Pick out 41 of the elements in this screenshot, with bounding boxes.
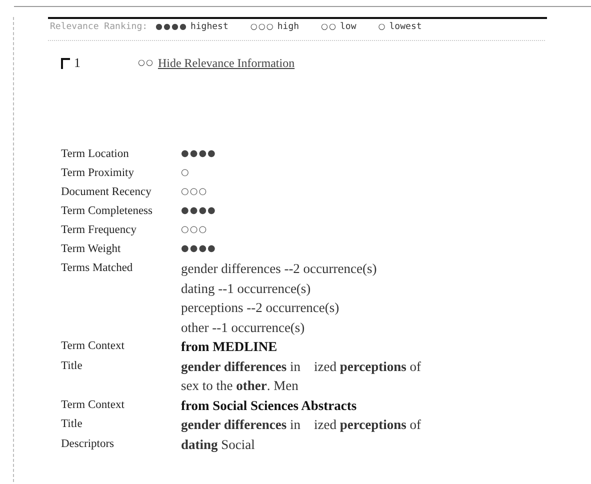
- detail-text: dating --1 occurrence(s): [181, 280, 311, 298]
- dot-rating: ○: [378, 23, 386, 31]
- legend-label: high: [277, 22, 300, 32]
- detail-text: other --1 occurrence(s): [181, 318, 305, 337]
- detail-label: Term Completeness: [61, 204, 154, 219]
- detail-label: Term Location: [61, 147, 130, 162]
- context-heading: from MEDLINE: [181, 338, 278, 356]
- legend-label: highest: [190, 22, 228, 32]
- dot-rating: ○○○: [181, 226, 208, 235]
- detail-text: gender differences in ized perceptions of: [181, 358, 421, 376]
- detail-label: Title: [61, 417, 84, 432]
- detail-label: Term Weight: [61, 242, 122, 257]
- hide-relevance-link[interactable]: Hide Relevance Information: [158, 56, 295, 70]
- context-heading: from Social Sciences Abstracts: [181, 396, 357, 414]
- detail-label: Descriptors: [61, 436, 116, 452]
- result-number: 1: [74, 55, 82, 71]
- legend-label: low: [340, 22, 356, 32]
- detail-label: Document Recency: [61, 185, 152, 200]
- detail-text: sex to the other. Men: [181, 377, 298, 395]
- checkbox[interactable]: [61, 58, 70, 68]
- dot-rating: ○○○: [181, 188, 208, 197]
- dot-rating: ●●●●: [181, 245, 216, 254]
- detail-label: Term Frequency: [61, 223, 138, 238]
- legend-label: lowest: [389, 22, 422, 32]
- detail-label: Term Proximity: [61, 166, 135, 181]
- dot-rating: ●●●●: [156, 23, 188, 31]
- detail-label: Term Context: [61, 398, 126, 412]
- detail-text: perceptions --2 occurrence(s): [181, 299, 340, 317]
- detail-text: gender differences --2 occurrence(s): [181, 260, 377, 278]
- detail-label: Term Context: [61, 339, 126, 354]
- dot-rating: ○○○: [250, 23, 274, 31]
- dot-rating: ○○: [138, 59, 154, 67]
- detail-label: Title: [61, 358, 84, 374]
- dot-rating: ○○: [321, 23, 338, 31]
- legend-title: Relevance Ranking:: [50, 22, 148, 32]
- dot-rating: ○: [181, 169, 190, 178]
- dot-rating: ●●●●: [181, 150, 216, 159]
- detail-label: Terms Matched: [61, 261, 134, 276]
- dot-rating: ●●●●: [181, 207, 216, 216]
- detail-text: gender differences in ized perceptions of: [181, 416, 421, 434]
- detail-text: dating Social: [181, 436, 255, 454]
